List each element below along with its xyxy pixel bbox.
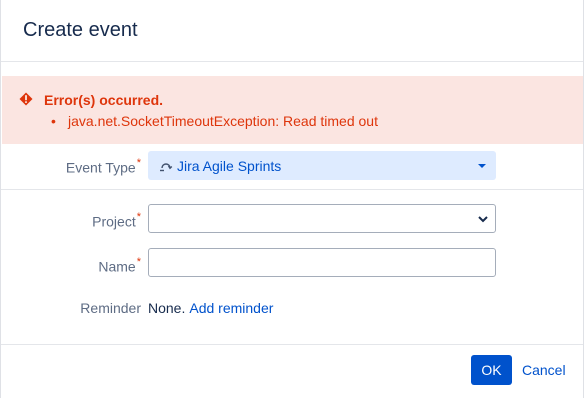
add-reminder-link[interactable]: Add reminder — [189, 300, 273, 316]
required-marker: * — [136, 211, 141, 223]
dialog-title: Create event — [23, 19, 138, 41]
error-list-item: java.net.SocketTimeoutException: Read ti… — [51, 113, 378, 129]
event-type-select[interactable]: Jira Agile Sprints — [148, 151, 496, 180]
name-input[interactable] — [148, 248, 496, 277]
sprint-icon — [160, 163, 173, 172]
caret-down-icon — [478, 164, 486, 168]
required-marker: * — [136, 157, 141, 169]
reminder-value: None. Add reminder — [148, 300, 273, 316]
error-message: Error(s) occurred. java.net.SocketTimeou… — [2, 76, 583, 144]
chevron-down-icon — [478, 216, 488, 223]
error-icon — [19, 92, 33, 106]
event-type-value: Jira Agile Sprints — [177, 158, 282, 174]
required-marker: * — [136, 256, 141, 268]
project-select[interactable] — [148, 204, 496, 233]
reminder-none-text: None. — [148, 300, 186, 316]
reminder-label-text: Reminder — [80, 300, 141, 316]
project-label: Project* — [1, 211, 141, 231]
cancel-button[interactable]: Cancel — [522, 362, 566, 378]
project-label-text: Project — [92, 213, 136, 230]
dialog-header: Create event — [1, 0, 583, 62]
error-title: Error(s) occurred. — [44, 92, 164, 108]
create-event-dialog: Create event Error(s) occurred. java.net… — [0, 0, 584, 398]
event-type-label-text: Event Type — [65, 159, 136, 176]
ok-button[interactable]: OK — [471, 355, 512, 385]
name-label-text: Name — [98, 258, 136, 275]
divider — [1, 189, 583, 190]
name-label: Name* — [1, 256, 141, 276]
reminder-label: Reminder — [1, 300, 141, 318]
event-type-label: Event Type* — [1, 157, 141, 177]
